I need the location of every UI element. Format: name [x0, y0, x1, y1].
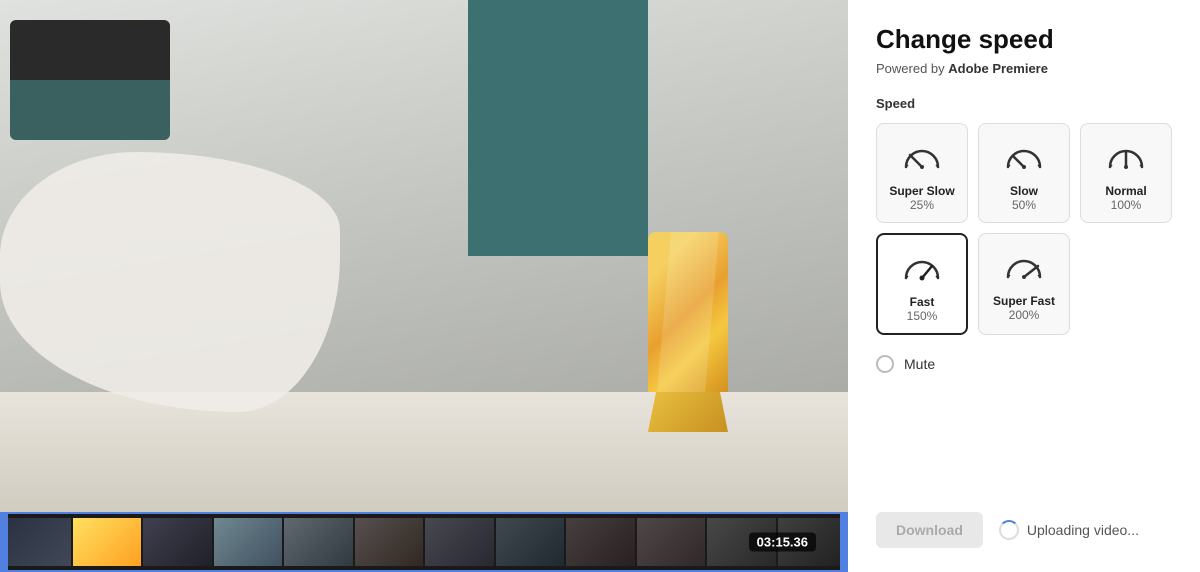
download-button[interactable]: Download — [876, 512, 983, 548]
mute-row[interactable]: Mute — [876, 355, 1172, 373]
speed-card-slow[interactable]: Slow 50% — [978, 123, 1070, 223]
timeline-right-handle[interactable] — [840, 514, 846, 570]
teal-wall — [468, 0, 648, 256]
timeline[interactable]: 03:15.36 — [0, 512, 848, 572]
uploading-label: Uploading video... — [1027, 522, 1139, 538]
speed-section-label: Speed — [876, 96, 1172, 111]
normal-pct: 100% — [1111, 198, 1142, 212]
brand-name: Adobe Premiere — [948, 61, 1048, 76]
bottom-bar: Download Uploading video... — [876, 512, 1172, 548]
speed-card-super-fast[interactable]: Super Fast 200% — [978, 233, 1070, 335]
speed-card-fast[interactable]: Fast 150% — [876, 233, 968, 335]
timeline-thumb-5 — [284, 518, 353, 566]
video-panel: 03:15.36 — [0, 0, 848, 572]
timeline-thumb-1 — [2, 518, 71, 566]
speed-card-super-slow[interactable]: Super Slow 25% — [876, 123, 968, 223]
mute-radio[interactable] — [876, 355, 894, 373]
speed-grid-row2: Fast 150% Super Fast 200% — [876, 233, 1172, 335]
panel-subtitle: Powered by Adobe Premiere — [876, 61, 1172, 76]
shelf-element — [10, 20, 170, 140]
timeline-timestamp: 03:15.36 — [749, 533, 816, 552]
timeline-thumb-7 — [425, 518, 494, 566]
speed-card-normal[interactable]: Normal 100% — [1080, 123, 1172, 223]
can-bottom — [648, 392, 728, 432]
fast-icon — [898, 249, 946, 287]
panel-title: Change speed — [876, 24, 1172, 55]
fast-name: Fast — [910, 295, 935, 309]
timeline-thumbnails — [2, 518, 846, 566]
normal-icon — [1102, 138, 1150, 176]
settings-panel: Change speed Powered by Adobe Premiere S… — [848, 0, 1200, 572]
upload-spinner — [999, 520, 1019, 540]
super-slow-icon — [898, 138, 946, 176]
normal-name: Normal — [1105, 184, 1146, 198]
slow-icon — [1000, 138, 1048, 176]
timeline-thumb-8 — [496, 518, 565, 566]
mute-label: Mute — [904, 356, 935, 372]
slow-name: Slow — [1010, 184, 1038, 198]
video-frame — [0, 0, 848, 512]
can-object — [648, 232, 728, 432]
super-fast-name: Super Fast — [993, 294, 1055, 308]
speed-grid-row1: Super Slow 25% Slow 50% — [876, 123, 1172, 223]
timeline-thumb-10 — [637, 518, 706, 566]
super-slow-name: Super Slow — [889, 184, 954, 198]
timeline-thumb-3 — [143, 518, 212, 566]
super-fast-pct: 200% — [1009, 308, 1040, 322]
timeline-thumb-6 — [355, 518, 424, 566]
fast-pct: 150% — [907, 309, 938, 323]
timeline-thumb-2 — [73, 518, 142, 566]
timeline-thumb-4 — [214, 518, 283, 566]
super-fast-icon — [1000, 248, 1048, 286]
can-body — [648, 232, 728, 392]
video-preview — [0, 0, 848, 512]
uploading-status: Uploading video... — [999, 520, 1139, 540]
super-slow-pct: 25% — [910, 198, 934, 212]
timeline-thumb-9 — [566, 518, 635, 566]
timeline-left-handle[interactable] — [2, 514, 8, 570]
slow-pct: 50% — [1012, 198, 1036, 212]
